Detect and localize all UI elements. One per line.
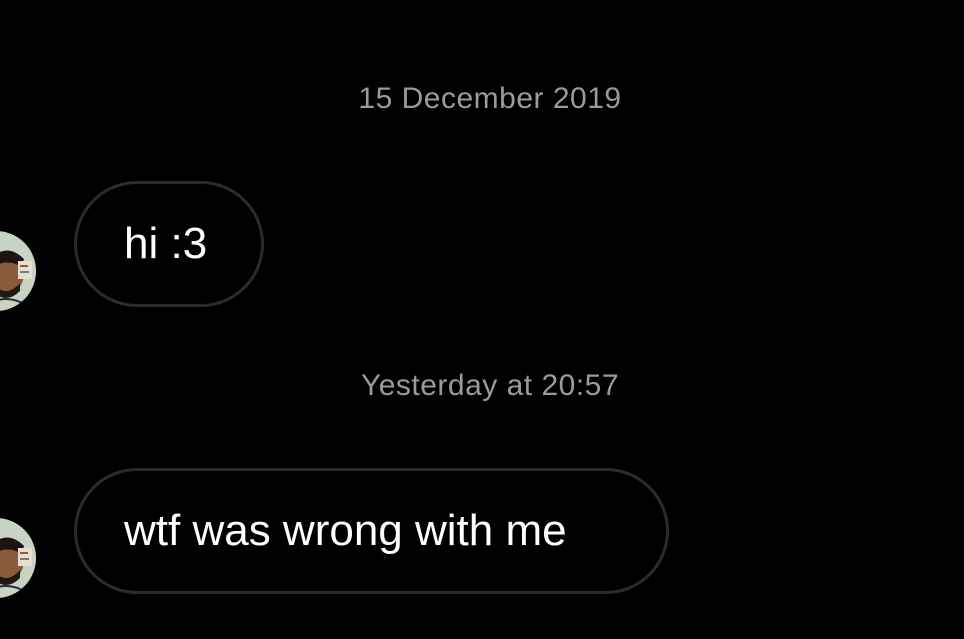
message-text: wtf was wrong with me [124,506,567,555]
user-avatar-icon [0,518,36,598]
user-avatar-icon [0,231,36,311]
message-bubble[interactable]: hi :3 [74,181,264,307]
sender-avatar[interactable] [0,231,36,311]
message-timestamp: 15 December 2019 [358,82,622,115]
message-text: hi :3 [124,219,208,268]
message-bubble[interactable]: wtf was wrong with me [74,468,669,594]
sender-avatar[interactable] [0,518,36,598]
message-timestamp: Yesterday at 20:57 [360,369,620,402]
